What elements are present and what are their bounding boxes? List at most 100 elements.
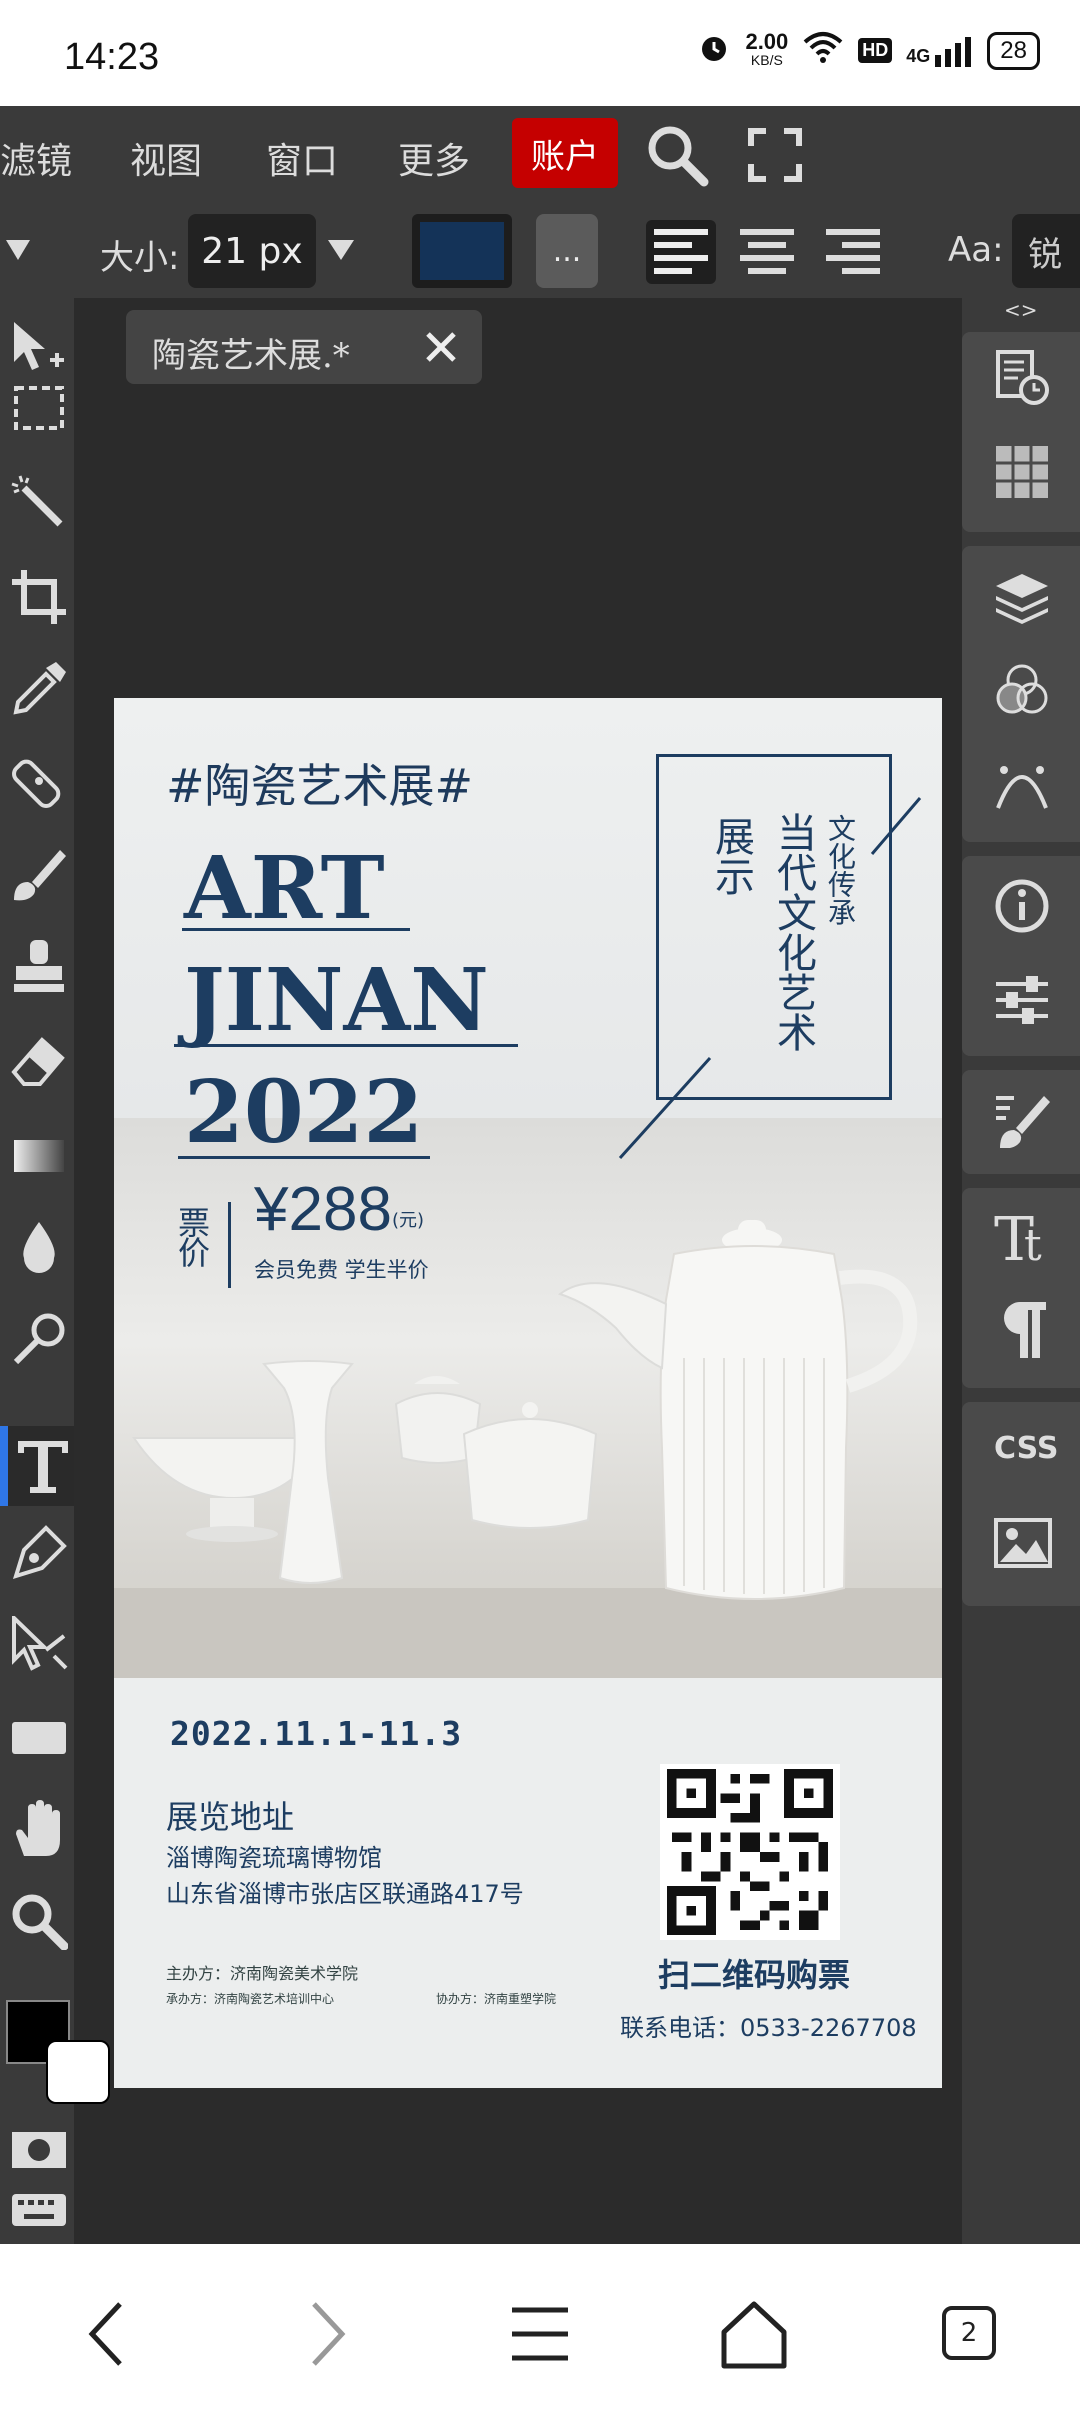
qr-code[interactable] — [660, 1764, 840, 1940]
options-bar: 大小: 21 px ... Aa: 锐 — [0, 206, 1080, 298]
eyedropper-icon[interactable] — [10, 660, 68, 718]
product-photo — [114, 1118, 942, 1678]
assist-text[interactable]: 协办方：济南重塑学院 — [436, 1990, 556, 2007]
poster-title-line1[interactable]: ART — [184, 838, 385, 939]
keyboard-icon[interactable] — [10, 2190, 68, 2230]
panel-group-1 — [962, 332, 1080, 532]
path-select-icon[interactable] — [10, 1613, 68, 1674]
home-icon[interactable] — [714, 2294, 794, 2374]
layers-icon[interactable] — [994, 568, 1050, 624]
zoom-tool-icon[interactable] — [10, 1892, 69, 1951]
healing-brush-icon[interactable] — [10, 752, 68, 810]
dodge-tool-icon[interactable] — [10, 1310, 68, 1368]
title-underline-3 — [178, 1156, 430, 1159]
poster-title-line3[interactable]: 2022 — [184, 1062, 423, 1163]
stamp-tool-icon[interactable] — [10, 938, 68, 996]
address-title[interactable]: 展览地址 — [166, 1792, 294, 1838]
blur-tool-icon[interactable] — [10, 1218, 68, 1276]
panel-group-2 — [962, 546, 1080, 842]
menu-icon[interactable] — [500, 2294, 580, 2374]
poster-canvas[interactable]: #陶瓷艺术展# ART JINAN 2022 展示 当代文化艺术 文化传承 票价… — [114, 698, 942, 2088]
menu-view[interactable]: 视图 — [130, 132, 202, 184]
svg-text:CSS: CSS — [994, 1431, 1058, 1466]
status-bar: 14:23 2.00 KB/S HD 4G 28 — [0, 0, 1080, 106]
size-label: 大小: — [100, 238, 180, 278]
price-unit: (元) — [392, 1210, 425, 1231]
brush-tool-icon[interactable] — [10, 846, 68, 904]
tabs-count: 2 — [942, 2306, 996, 2360]
font-size-input[interactable]: 21 px — [188, 214, 316, 288]
adjustments-icon[interactable] — [994, 972, 1050, 1028]
address-line2[interactable]: 山东省淄博市张店区联通路417号 — [166, 1874, 524, 1909]
paragraph-icon[interactable] — [994, 1300, 1050, 1358]
close-icon[interactable] — [422, 328, 460, 370]
color-swatches[interactable] — [6, 2000, 110, 2104]
align-center-button[interactable] — [732, 220, 802, 284]
info-icon[interactable] — [994, 878, 1050, 934]
marquee-tool-icon[interactable] — [10, 380, 68, 438]
search-icon[interactable] — [644, 122, 710, 192]
caret-down-icon[interactable] — [4, 236, 32, 268]
font-family-select[interactable]: 锐 — [1012, 214, 1080, 288]
title-underline-2 — [174, 1044, 518, 1047]
organizer-text[interactable]: 主办方：济南陶瓷美术学院 — [166, 1960, 358, 1984]
hd-badge: HD — [858, 38, 893, 63]
account-button[interactable]: 账户 — [512, 118, 618, 188]
tabs-icon[interactable]: 2 — [930, 2294, 1010, 2374]
more-options-button[interactable]: ... — [536, 214, 598, 288]
eraser-tool-icon[interactable] — [10, 1032, 68, 1090]
hand-tool-icon[interactable] — [10, 1800, 68, 1858]
poster-hashtag[interactable]: #陶瓷艺术展# — [166, 750, 473, 816]
member-note[interactable]: 会员免费 学生半价 — [254, 1254, 429, 1284]
text-color-swatch[interactable] — [412, 214, 512, 288]
character-icon[interactable]: Tt — [994, 1205, 1050, 1275]
panel-collapse-toggle[interactable]: <> — [1004, 298, 1038, 322]
address-line1[interactable]: 淄博陶瓷琉璃博物馆 — [166, 1838, 382, 1873]
alarm-icon — [697, 30, 731, 71]
size-dropdown-icon[interactable] — [326, 236, 356, 268]
text-tool-icon[interactable] — [0, 1426, 74, 1506]
channels-icon[interactable] — [994, 662, 1050, 718]
panel-group-5: Tt — [962, 1188, 1080, 1388]
tools-panel — [0, 298, 110, 2244]
paths-icon[interactable] — [994, 756, 1050, 812]
price-divider — [228, 1202, 231, 1288]
crop-tool-icon[interactable] — [10, 568, 68, 626]
align-left-button[interactable] — [646, 220, 716, 284]
image-icon[interactable] — [994, 1516, 1052, 1572]
co-organizer-text[interactable]: 承办方：济南陶瓷艺术培训中心 — [166, 1990, 334, 2007]
network-speed: 2.00 KB/S — [745, 28, 789, 68]
title-underline-1 — [182, 928, 410, 931]
font-label: Aa: — [948, 230, 1004, 270]
rectangle-tool-icon[interactable] — [10, 1708, 68, 1766]
pen-tool-icon[interactable] — [10, 1524, 68, 1582]
poster-title-line2[interactable]: JINAN — [184, 950, 489, 1051]
poster-vertical-3[interactable]: 文化传承 — [820, 814, 860, 926]
fullscreen-icon[interactable] — [748, 128, 802, 186]
poster-vertical-2[interactable]: 当代文化艺术 — [764, 812, 822, 1052]
menu-filter[interactable]: 滤镜 — [0, 132, 72, 184]
panel-group-6: CSS — [962, 1402, 1080, 1606]
ticket-label[interactable]: 票价 — [178, 1207, 212, 1269]
css-icon[interactable]: CSS — [994, 1426, 1058, 1482]
align-right-button[interactable] — [818, 220, 888, 284]
ticket-price[interactable]: ¥288 — [254, 1174, 392, 1245]
menu-window[interactable]: 窗口 — [266, 132, 338, 184]
gradient-tool-icon[interactable] — [10, 1126, 68, 1184]
move-tool-icon[interactable] — [10, 320, 68, 378]
menu-more[interactable]: 更多 — [398, 132, 470, 184]
back-icon[interactable] — [70, 2294, 150, 2374]
swatches-icon[interactable] — [994, 444, 1050, 500]
battery-indicator: 28 — [987, 31, 1040, 70]
forward-icon[interactable] — [284, 2294, 364, 2374]
poster-vertical-1[interactable]: 展示 — [702, 816, 760, 896]
right-panel: <> Tt CSS — [962, 298, 1080, 2244]
history-icon[interactable] — [994, 350, 1050, 406]
magic-wand-icon[interactable] — [10, 474, 68, 532]
brush-settings-icon[interactable] — [994, 1092, 1050, 1149]
quick-mask-icon[interactable] — [10, 2120, 68, 2178]
exhibition-dates[interactable]: 2022.11.1-11.3 — [170, 1714, 462, 1753]
scan-qr-label[interactable]: 扫二维码购票 — [658, 1950, 850, 1996]
contact-phone[interactable]: 联系电话：0533-2267708 — [620, 2008, 917, 2043]
document-tab[interactable]: 陶瓷艺术展.* — [126, 310, 482, 384]
